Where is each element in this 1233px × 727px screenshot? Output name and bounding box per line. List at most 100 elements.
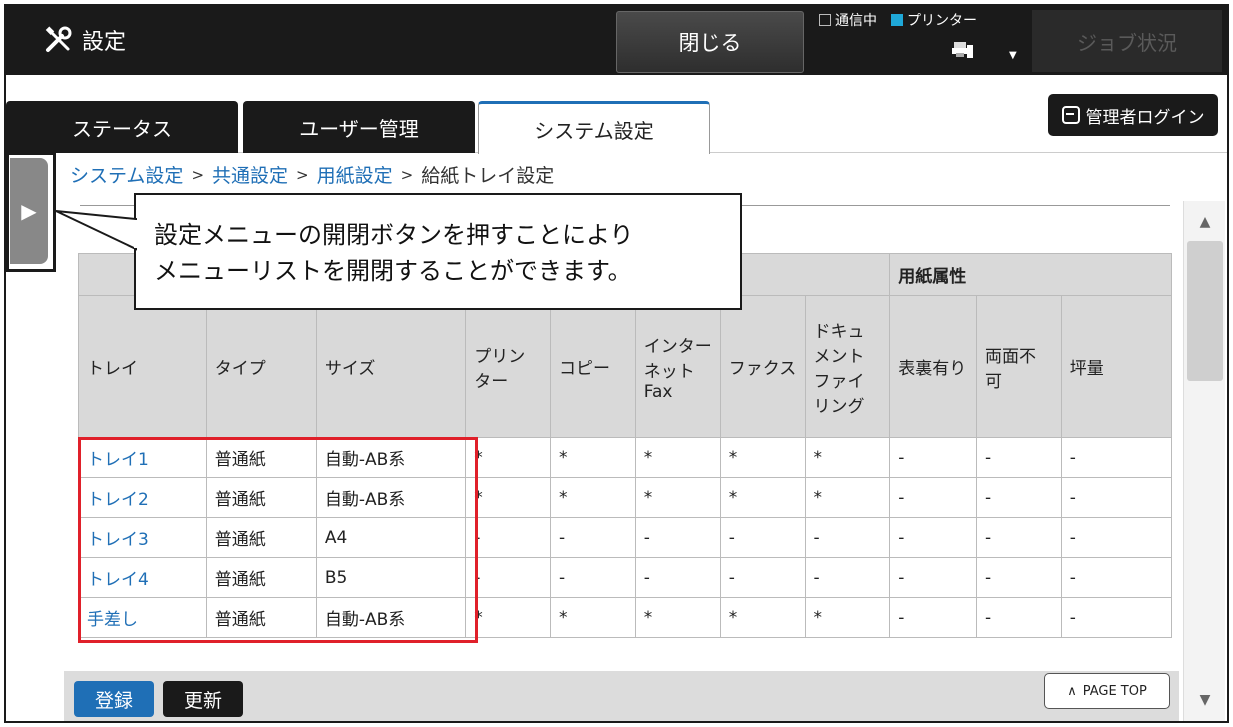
cell-duplex: - [889, 517, 978, 558]
app-title: 設定 [82, 30, 127, 55]
cell-printer: * [465, 597, 551, 638]
column-header-internet-fax: インターネットFax [634, 295, 721, 438]
cell-no-duplex: - [976, 597, 1062, 638]
window-frame: 設定 閉じる 通信中 プリンター ▼ ジョブ状況 ステータス ユーザー管理 シス [4, 4, 1229, 723]
callout-line-2: メニューリストを開閉することができます。 [154, 257, 632, 285]
status-area: 通信中 プリンター ▼ [819, 10, 1029, 74]
breadcrumb-current: 給紙トレイ設定 [421, 165, 555, 187]
column-header-type: タイプ [205, 295, 317, 438]
cell-internet-fax: - [634, 557, 721, 598]
cell-type: 普通紙 [205, 437, 317, 478]
cell-copy: * [549, 597, 636, 638]
bottom-action-bar: 登録 更新 ∧ PAGE TOP [64, 671, 1179, 721]
cell-duplex: - [889, 597, 978, 638]
cell-duplex: - [889, 557, 978, 598]
chevron-down-icon[interactable]: ▼ [1009, 50, 1017, 61]
cell-weight: - [1060, 517, 1173, 558]
update-button[interactable]: 更新 [163, 681, 243, 717]
paper-attribute-header: 用紙属性 [889, 253, 1172, 296]
tab-user-management[interactable]: ユーザー管理 [243, 101, 475, 153]
column-header-printer: プリンター [465, 295, 551, 438]
table-row: トレイ1 普通紙 自動-AB系 * * * * * - - - [78, 437, 1173, 478]
breadcrumb-paper-settings[interactable]: 用紙設定 [317, 161, 393, 188]
paper-tray-table: 用紙属性 トレイ タイプ サイズ プリンター コピー インターネットFax ファ… [77, 253, 1173, 638]
table-row: トレイ4 普通紙 B5 - - - - - - - - [78, 557, 1173, 598]
cell-printer: - [465, 557, 551, 598]
admin-login-button[interactable]: 管理者ログイン [1048, 94, 1218, 136]
cell-document-filing: * [804, 597, 891, 638]
scroll-down-icon[interactable]: ▼ [1190, 687, 1220, 713]
callout-note: 設定メニューの開閉ボタンを押すことにより メニューリストを開閉することができます… [134, 193, 742, 310]
printer-icon[interactable] [952, 40, 974, 60]
cell-copy: - [549, 517, 636, 558]
scroll-thumb[interactable] [1187, 241, 1223, 381]
job-status-button[interactable]: ジョブ状況 [1032, 10, 1222, 72]
cell-size: 自動-AB系 [315, 597, 467, 638]
tab-bar: ステータス ユーザー管理 システム設定 管理者ログイン [6, 75, 1227, 154]
cell-size: 自動-AB系 [315, 437, 467, 478]
cell-weight: - [1060, 557, 1173, 598]
cell-type: 普通紙 [205, 477, 317, 518]
tray-link[interactable]: 手差し [87, 610, 138, 630]
cell-internet-fax: * [634, 437, 721, 478]
tools-icon [44, 25, 74, 55]
cell-printer: * [465, 437, 551, 478]
table-row: 手差し 普通紙 自動-AB系 * * * * * - - - [78, 597, 1173, 638]
comm-checkbox-icon [819, 14, 831, 26]
cell-document-filing: - [804, 557, 891, 598]
cell-weight: - [1060, 597, 1173, 638]
cell-copy: * [549, 437, 636, 478]
cell-weight: - [1060, 437, 1173, 478]
breadcrumb: システム設定 > 共通設定 > 用紙設定 > 給紙トレイ設定 [70, 161, 554, 188]
cell-type: 普通紙 [205, 517, 317, 558]
column-header-size: サイズ [315, 295, 467, 438]
column-header-duplex: 表裏有り [889, 295, 978, 438]
close-button[interactable]: 閉じる [616, 11, 804, 73]
app-title-area: 設定 [44, 24, 126, 56]
cell-copy: * [549, 477, 636, 518]
column-header-fax: ファクス [719, 295, 806, 438]
menu-toggle-button[interactable]: ▶ [10, 158, 48, 264]
tray-link[interactable]: トレイ1 [87, 450, 149, 470]
cell-internet-fax: - [634, 517, 721, 558]
cell-size: 自動-AB系 [315, 477, 467, 518]
cell-no-duplex: - [976, 557, 1062, 598]
cell-weight: - [1060, 477, 1173, 518]
cell-printer: - [465, 517, 551, 558]
column-header-weight: 坪量 [1060, 295, 1173, 438]
cell-printer: * [465, 477, 551, 518]
column-header-copy: コピー [549, 295, 636, 438]
cell-size: B5 [315, 557, 467, 598]
register-button[interactable]: 登録 [74, 681, 154, 717]
cell-size: A4 [315, 517, 467, 558]
tray-link[interactable]: トレイ3 [87, 530, 149, 550]
cell-no-duplex: - [976, 437, 1062, 478]
breadcrumb-system-settings[interactable]: システム設定 [70, 161, 183, 188]
scrollbar[interactable]: ▲ ▼ [1183, 201, 1225, 721]
cell-internet-fax: * [634, 477, 721, 518]
tray-link[interactable]: トレイ4 [87, 570, 149, 590]
login-icon [1061, 106, 1080, 124]
tab-system-settings[interactable]: システム設定 [478, 101, 710, 154]
menu-toggle-arrow-icon: ▶ [21, 199, 37, 223]
table-row: トレイ2 普通紙 自動-AB系 * * * * * - - - [78, 477, 1173, 518]
cell-fax: - [719, 517, 806, 558]
paper-tray-table-wrap: 用紙属性 トレイ タイプ サイズ プリンター コピー インターネットFax ファ… [77, 253, 1173, 638]
scroll-up-icon[interactable]: ▲ [1190, 209, 1220, 235]
comm-status: 通信中 [819, 10, 877, 30]
cell-document-filing: - [804, 517, 891, 558]
tab-status[interactable]: ステータス [6, 101, 238, 153]
table-row: トレイ3 普通紙 A4 - - - - - - - - [78, 517, 1173, 558]
column-header-no-duplex: 両面不可 [976, 295, 1062, 438]
printer-status: プリンター [891, 10, 977, 30]
printer-indicator-icon [891, 14, 903, 26]
breadcrumb-common-settings[interactable]: 共通設定 [212, 161, 288, 188]
cell-type: 普通紙 [205, 597, 317, 638]
cell-fax: * [719, 437, 806, 478]
cell-copy: - [549, 557, 636, 598]
breadcrumb-separator: > [400, 165, 414, 184]
page-top-button[interactable]: ∧ PAGE TOP [1044, 673, 1170, 709]
cell-no-duplex: - [976, 517, 1062, 558]
cell-fax: * [719, 477, 806, 518]
tray-link[interactable]: トレイ2 [87, 490, 149, 510]
